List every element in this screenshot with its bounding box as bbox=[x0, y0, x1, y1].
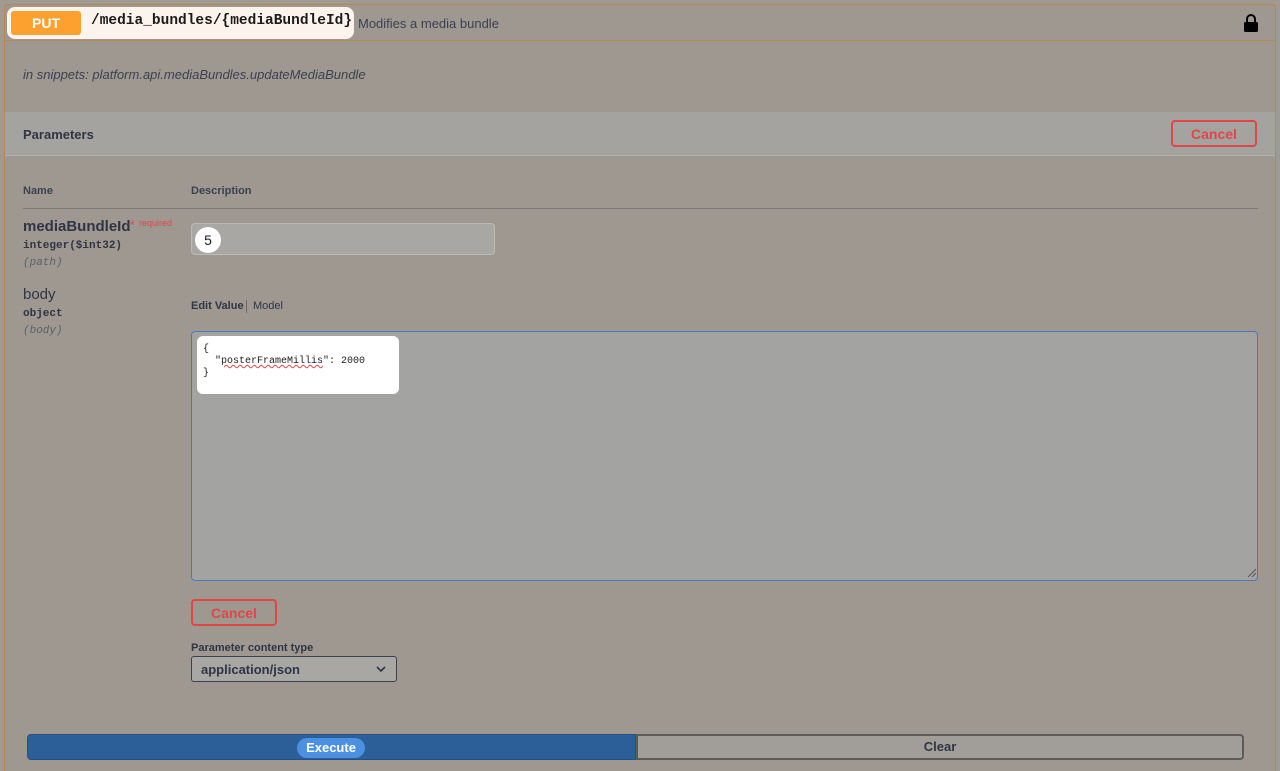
mediabundleid-input[interactable] bbox=[191, 223, 495, 255]
operation-summary[interactable]: PUT /media_bundles/{mediaBundleId} Modif… bbox=[5, 5, 1275, 41]
content-type-label: Parameter content type bbox=[191, 642, 314, 654]
method-badge: PUT bbox=[11, 11, 81, 35]
parameters-title: Parameters bbox=[23, 127, 94, 142]
tab-separator bbox=[246, 300, 247, 313]
action-buttons: Execute Clear bbox=[27, 734, 1244, 760]
content-type-value: application/json bbox=[201, 662, 300, 677]
json-line-3: } bbox=[203, 368, 210, 379]
chevron-down-icon bbox=[376, 666, 386, 673]
content-type-select[interactable]: application/json bbox=[191, 656, 397, 682]
param-name-body: body bbox=[23, 286, 56, 303]
cancel-try-button[interactable]: Cancel bbox=[1171, 120, 1257, 147]
param-name-mediabundleid: mediaBundleId bbox=[23, 218, 131, 235]
column-header-name: Name bbox=[23, 185, 53, 197]
execute-button[interactable]: Execute bbox=[27, 734, 636, 760]
param-type-mediabundleid: integer($int32) bbox=[23, 240, 123, 252]
required-star: * bbox=[130, 218, 135, 232]
parameters-header: Parameters Cancel bbox=[5, 112, 1275, 156]
mediabundleid-value[interactable]: 5 bbox=[195, 227, 221, 253]
json-line-2-pre: " bbox=[203, 356, 222, 367]
body-json-value[interactable]: { "posterFrameMillis": 2000 } bbox=[197, 336, 399, 394]
clear-button[interactable]: Clear bbox=[636, 734, 1244, 760]
execute-label: Execute bbox=[297, 738, 365, 758]
tab-model[interactable]: Model bbox=[253, 300, 283, 312]
param-type-body: object bbox=[23, 308, 63, 320]
cancel-body-button[interactable]: Cancel bbox=[191, 599, 277, 626]
lock-icon[interactable] bbox=[1243, 13, 1259, 33]
required-label: required bbox=[139, 218, 173, 228]
header-divider bbox=[23, 208, 1258, 209]
operation-summary-text: Modifies a media bundle bbox=[358, 16, 499, 31]
column-header-description: Description bbox=[191, 185, 252, 197]
resize-handle-icon[interactable] bbox=[1246, 567, 1256, 577]
json-line-1: { bbox=[203, 344, 210, 355]
operation-path: /media_bundles/{mediaBundleId} bbox=[91, 13, 353, 29]
param-in-mediabundleid: (path) bbox=[23, 257, 63, 269]
operation-block: PUT /media_bundles/{mediaBundleId} Modif… bbox=[4, 4, 1276, 771]
json-line-2-post: ": 2000 bbox=[323, 356, 366, 367]
tab-edit-value[interactable]: Edit Value bbox=[191, 300, 244, 312]
json-key: posterFrameMillis bbox=[221, 356, 324, 367]
snippet-text: in snippets: platform.api.mediaBundles.u… bbox=[23, 67, 366, 82]
param-in-body: (body) bbox=[23, 325, 63, 337]
